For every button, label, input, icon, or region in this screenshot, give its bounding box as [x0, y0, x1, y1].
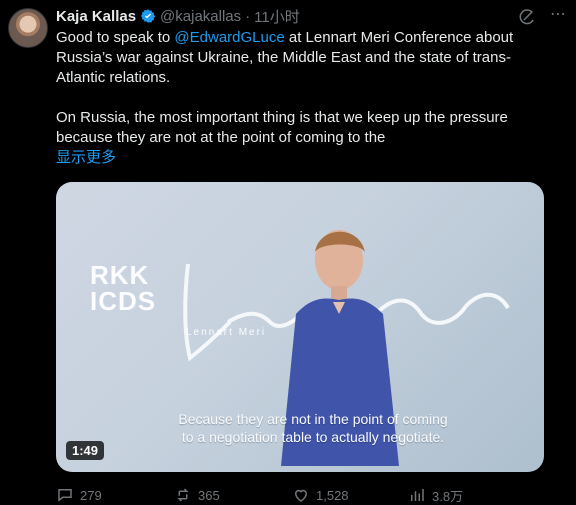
video-duration: 1:49 — [66, 441, 105, 460]
separator-dot: · — [245, 7, 251, 25]
views-count: 3.8万 — [432, 488, 464, 504]
repost-button[interactable]: 365 — [174, 486, 220, 504]
brand-line: ICDS — [90, 286, 157, 316]
tweet-time[interactable]: 11小时 — [254, 6, 300, 27]
event-name: Lennart Meri — [186, 327, 267, 338]
tweet-text-part: at Lennart Meri Conference about — [284, 29, 514, 46]
like-button[interactable]: 1,528 — [292, 486, 349, 504]
tweet-line-break — [56, 88, 536, 108]
tweet-text: Good to speak to @EdwardGLuce at Lennart… — [56, 28, 536, 168]
views-button[interactable]: 3.8万 — [408, 486, 463, 504]
more-icon[interactable]: ⋯ — [548, 7, 568, 26]
author-avatar[interactable] — [8, 8, 48, 48]
author-handle[interactable]: @kajakallas — [160, 8, 241, 25]
video-card[interactable]: RKK ICDS Lennart Meri Because they are n… — [56, 182, 544, 472]
event-brand: RKK ICDS — [90, 260, 157, 316]
tweet-header: Kaja Kallas @kajakallas · 11小时 — [56, 6, 300, 26]
tweet-line-1: Good to speak to @EdwardGLuce at Lennart… — [56, 28, 536, 48]
subtitle-line: to a negotiation table to actually negot… — [181, 429, 445, 445]
tweet-text-part: Good to speak to — [56, 29, 175, 46]
reply-icon — [58, 489, 72, 502]
reply-button[interactable]: 279 — [56, 486, 102, 504]
subtitle-line: Because they are not in the point of com… — [178, 411, 448, 427]
show-more-link[interactable]: 显示更多 — [56, 148, 116, 168]
repost-count: 365 — [198, 487, 220, 503]
tweet-line-4: On Russia, the most important thing is t… — [56, 109, 508, 126]
verified-badge-icon — [140, 9, 156, 23]
tweet-line-3: Atlantic relations. — [56, 69, 171, 86]
like-count: 1,528 — [316, 487, 349, 503]
brand-line: RKK — [90, 260, 150, 290]
mention-link[interactable]: @EdwardGLuce — [174, 29, 284, 46]
repost-icon — [177, 488, 189, 502]
like-icon — [294, 489, 308, 502]
views-icon — [411, 489, 424, 501]
grok-icon[interactable] — [518, 8, 536, 26]
video-subtitle: Because they are not in the point of com… — [128, 410, 498, 446]
author-name[interactable]: Kaja Kallas — [56, 8, 136, 25]
tweet-line-2: Russia’s war against Ukraine, the Middle… — [56, 49, 511, 66]
tweet-line-5: because they are not at the point of com… — [56, 129, 386, 146]
reply-count: 279 — [80, 487, 102, 503]
tweet-actions: 279 365 1,528 3.8万 — [56, 486, 556, 504]
